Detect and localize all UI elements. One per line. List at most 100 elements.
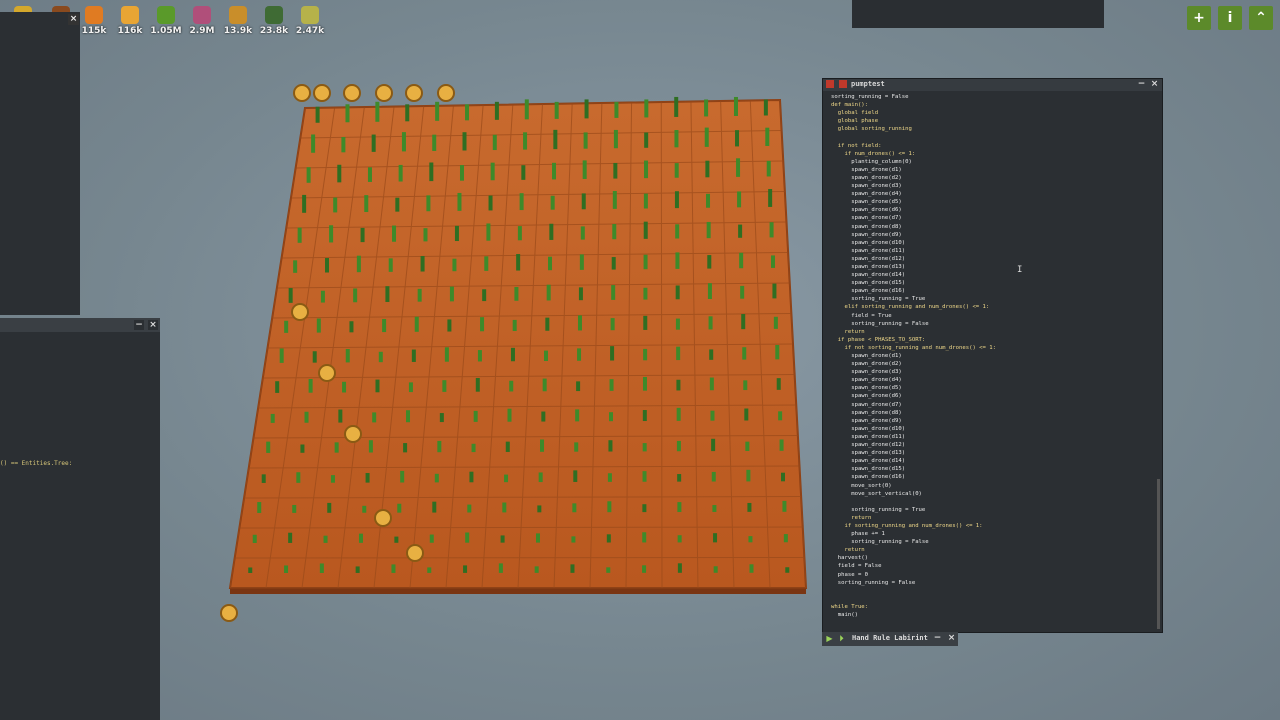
code-window-title: pumptest bbox=[851, 80, 885, 88]
left-panel-close-button[interactable]: × bbox=[68, 14, 79, 25]
code-line[interactable]: spawn_drone(d7) bbox=[831, 214, 1162, 222]
code-line[interactable]: spawn_drone(d9) bbox=[831, 417, 1162, 425]
code-line[interactable]: if not field: bbox=[831, 142, 1162, 150]
code-line[interactable] bbox=[831, 133, 1162, 141]
code-line[interactable]: spawn_drone(d4) bbox=[831, 190, 1162, 198]
resource-cactus: 1.05M bbox=[148, 6, 184, 46]
code-line[interactable]: spawn_drone(d16) bbox=[831, 287, 1162, 295]
info-button[interactable]: i bbox=[1218, 6, 1242, 30]
code-line[interactable]: global field bbox=[831, 109, 1162, 117]
collapse-button[interactable]: ⌃ bbox=[1249, 6, 1273, 30]
code-window-minimize-button[interactable]: − bbox=[1136, 79, 1147, 90]
power-icon bbox=[193, 6, 211, 24]
code-line[interactable]: def main(): bbox=[831, 101, 1162, 109]
code-line[interactable]: spawn_drone(d16) bbox=[831, 473, 1162, 481]
window-tab-bar[interactable]: ▶ ⏵ Hand Rule Labirint − × bbox=[822, 632, 958, 646]
code-line[interactable] bbox=[831, 587, 1162, 595]
code-line[interactable]: spawn_drone(d11) bbox=[831, 433, 1162, 441]
window-tab-minimize-button[interactable]: − bbox=[932, 633, 943, 644]
code-line[interactable]: spawn_drone(d2) bbox=[831, 174, 1162, 182]
code-line[interactable]: field = False bbox=[831, 562, 1162, 570]
code-line[interactable]: spawn_drone(d6) bbox=[831, 206, 1162, 214]
code-line[interactable]: spawn_drone(d11) bbox=[831, 247, 1162, 255]
code-line[interactable]: spawn_drone(d12) bbox=[831, 255, 1162, 263]
code-window[interactable]: pumptest − × sorting_running = False def … bbox=[822, 78, 1163, 633]
code-line[interactable]: spawn_drone(d7) bbox=[831, 401, 1162, 409]
code-line[interactable] bbox=[831, 498, 1162, 506]
code-line[interactable]: move_sort(0) bbox=[831, 482, 1162, 490]
resource-weird: 23.8k bbox=[256, 6, 292, 46]
code-line[interactable]: if sorting_running and num_drones() <= 1… bbox=[831, 522, 1162, 530]
code-line[interactable]: spawn_drone(d1) bbox=[831, 166, 1162, 174]
code-line[interactable]: spawn_drone(d5) bbox=[831, 384, 1162, 392]
code-line[interactable]: sorting_running = True bbox=[831, 506, 1162, 514]
gold-icon bbox=[229, 6, 247, 24]
resource-power: 2.9M bbox=[184, 6, 220, 46]
code-line[interactable]: harvest() bbox=[831, 554, 1162, 562]
code-line[interactable]: main() bbox=[831, 611, 1162, 619]
code-line[interactable]: sorting_running = False bbox=[831, 579, 1162, 587]
code-line[interactable]: spawn_drone(d5) bbox=[831, 198, 1162, 206]
code-line[interactable]: global phase bbox=[831, 117, 1162, 125]
left-code-panel-close-button[interactable]: × bbox=[148, 320, 158, 330]
code-line[interactable]: spawn_drone(d13) bbox=[831, 449, 1162, 457]
code-line[interactable]: spawn_drone(d14) bbox=[831, 457, 1162, 465]
code-line[interactable]: sorting_running = False bbox=[831, 93, 1162, 101]
code-line[interactable]: elif sorting_running and num_drones() <=… bbox=[831, 303, 1162, 311]
code-line[interactable]: spawn_drone(d1) bbox=[831, 352, 1162, 360]
code-line[interactable]: spawn_drone(d10) bbox=[831, 425, 1162, 433]
code-line[interactable]: return bbox=[831, 514, 1162, 522]
code-line[interactable]: spawn_drone(d13) bbox=[831, 263, 1162, 271]
window-tab-name[interactable]: Hand Rule Labirint bbox=[852, 634, 928, 642]
code-line[interactable]: spawn_drone(d4) bbox=[831, 376, 1162, 384]
code-line[interactable]: move_sort_vertical(0) bbox=[831, 490, 1162, 498]
code-line[interactable]: field = True bbox=[831, 312, 1162, 320]
code-line[interactable]: spawn_drone(d10) bbox=[831, 239, 1162, 247]
left-code-panel-minimize-button[interactable]: − bbox=[134, 320, 144, 330]
code-line[interactable]: spawn_drone(d8) bbox=[831, 409, 1162, 417]
window-tab-close-button[interactable]: × bbox=[946, 633, 957, 644]
code-line[interactable]: phase = 0 bbox=[831, 571, 1162, 579]
text-cursor-icon: I bbox=[1017, 265, 1022, 275]
stop-icon[interactable] bbox=[826, 80, 834, 88]
resource-value: 13.9k bbox=[223, 26, 253, 36]
code-editor[interactable]: sorting_running = False def main(): globa… bbox=[831, 93, 1162, 632]
code-line[interactable]: spawn_drone(d2) bbox=[831, 360, 1162, 368]
left-code-panel-header: − × bbox=[0, 318, 160, 332]
play-icon[interactable]: ▶ bbox=[825, 634, 834, 643]
resource-value: 116k bbox=[117, 26, 143, 36]
code-line[interactable]: spawn_drone(d6) bbox=[831, 392, 1162, 400]
code-line[interactable]: return bbox=[831, 328, 1162, 336]
left-panel-top bbox=[0, 12, 80, 315]
code-line[interactable]: phase += 1 bbox=[831, 530, 1162, 538]
step-icon[interactable]: ⏵ bbox=[837, 634, 846, 643]
code-window-header[interactable]: pumptest − × bbox=[823, 79, 1162, 91]
top-status-box bbox=[852, 0, 1104, 28]
code-line[interactable]: return bbox=[831, 546, 1162, 554]
code-line[interactable] bbox=[831, 595, 1162, 603]
code-line[interactable]: spawn_drone(d14) bbox=[831, 271, 1162, 279]
code-window-close-button[interactable]: × bbox=[1149, 79, 1160, 90]
resource-carrot: 115k bbox=[76, 6, 112, 46]
code-line[interactable]: sorting_running = True bbox=[831, 295, 1162, 303]
code-line[interactable]: spawn_drone(d8) bbox=[831, 223, 1162, 231]
code-line[interactable]: spawn_drone(d9) bbox=[831, 231, 1162, 239]
code-scrollbar[interactable] bbox=[1157, 479, 1160, 629]
code-line[interactable]: planting_column(0) bbox=[831, 158, 1162, 166]
code-line[interactable]: spawn_drone(d3) bbox=[831, 368, 1162, 376]
code-line[interactable]: if num_drones() <= 1: bbox=[831, 150, 1162, 158]
code-line[interactable]: sorting_running = False bbox=[831, 320, 1162, 328]
code-line[interactable]: global sorting_running bbox=[831, 125, 1162, 133]
left-code-snippet[interactable]: () == Entities.Tree: bbox=[0, 460, 72, 467]
code-line[interactable]: spawn_drone(d3) bbox=[831, 182, 1162, 190]
add-button[interactable]: + bbox=[1187, 6, 1211, 30]
code-line[interactable]: if phase < PHASES_TO_SORT: bbox=[831, 336, 1162, 344]
code-line[interactable]: spawn_drone(d12) bbox=[831, 441, 1162, 449]
code-line[interactable]: sorting_running = False bbox=[831, 538, 1162, 546]
code-line[interactable]: while True: bbox=[831, 603, 1162, 611]
code-line[interactable]: if not sorting_running and num_drones() … bbox=[831, 344, 1162, 352]
code-line[interactable]: spawn_drone(d15) bbox=[831, 465, 1162, 473]
code-line[interactable]: spawn_drone(d15) bbox=[831, 279, 1162, 287]
pause-icon[interactable] bbox=[839, 80, 847, 88]
resource-pumpkin: 116k bbox=[112, 6, 148, 46]
